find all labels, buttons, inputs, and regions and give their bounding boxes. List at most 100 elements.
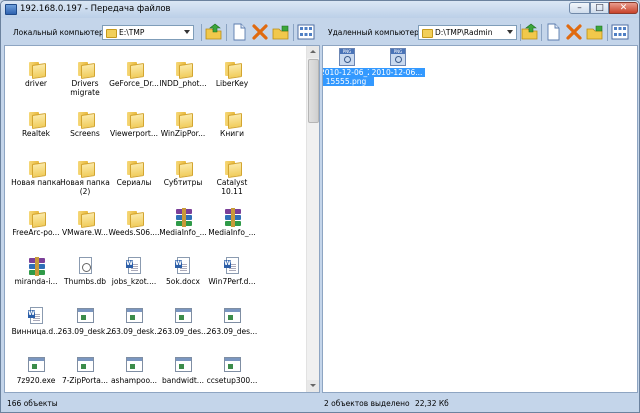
local-file-item[interactable]: W Win7Perf.d... [204,251,260,297]
local-file-item[interactable]: miranda-i... [8,251,64,297]
local-file-item-label: bandwidt... [162,376,204,385]
local-file-item[interactable]: W 5ok.docx [155,251,211,297]
remote-file-item[interactable]: 2010-12-06_2 15555.png [323,46,374,88]
folder-icon [28,158,46,178]
local-file-item-label: Сериалы [116,178,152,187]
title-bar: 192.168.0.197 - Передача файлов – □ ✕ [1,1,639,18]
local-file-pane[interactable]: driver Drivers migrate GeForce_Dr... INDD_p… [4,45,320,393]
local-file-item[interactable]: Новая папка [8,152,64,198]
local-file-item[interactable]: Realtek [8,103,64,149]
exe-icon [126,307,144,325]
folder-icon [126,59,144,79]
delete-icon[interactable] [251,23,269,41]
toolbar-divider [226,24,227,41]
local-file-item[interactable]: Субтитры [155,152,211,198]
local-file-item[interactable]: Catalyst 10.11 [204,152,260,198]
folder-icon [175,109,193,129]
scroll-up-button[interactable] [307,46,319,58]
remote-file-item[interactable]: 2010-12-06... [369,46,425,88]
local-file-item-label: Realtek [21,128,51,138]
maximize-button[interactable]: □ [590,2,609,14]
local-file-item[interactable]: bandwidt... [155,350,211,392]
arrow-down-icon [310,384,316,387]
local-file-item[interactable]: VMware.W... [57,202,113,248]
folder-icon [175,158,193,178]
local-scrollbar[interactable] [306,46,319,392]
local-file-item-label: MediaInfo_... [159,227,207,237]
word-doc-icon: W [126,257,144,275]
local-file-item[interactable]: 263.09_desk... [57,301,113,347]
local-path-combo[interactable]: E:\TMP [102,25,194,40]
local-file-item[interactable]: FreeArc-po... [8,202,64,248]
local-file-item[interactable]: MediaInfo_... [204,202,260,248]
local-file-item[interactable]: Новая папка (2) [57,152,113,198]
rename-folder-icon[interactable] [272,23,290,41]
local-file-item[interactable]: driver [8,53,64,99]
remote-computer-label: Удаленный компьютер [328,28,419,37]
local-file-item[interactable]: 263.09_desk... [106,301,162,347]
local-file-item[interactable]: ashampoo... [106,350,162,392]
local-file-item-label: Новая папка (2) [60,178,110,196]
local-file-item-label: jobs_kzot.... [111,277,157,286]
scroll-down-button[interactable] [307,380,319,392]
local-file-item[interactable]: LiberKey [204,53,260,99]
local-file-item-label: driver [24,79,48,88]
local-file-item[interactable]: Weeds.S06.... [106,202,162,248]
local-file-item-label: LiberKey [215,79,249,88]
folder-icon [28,208,46,228]
arrow-up-icon [310,50,316,53]
exe-icon [224,356,242,374]
toolbar-divider [201,24,202,41]
local-file-item[interactable]: GeForce_Dr... [106,53,162,99]
remote-file-pane[interactable]: 2010-12-06_2 15555.png2010-12-06... [322,45,638,393]
local-file-item[interactable]: Drivers migrate [57,53,113,99]
status-bar: 166 объекты 2 объектов выделено 22,32 Кб [1,394,639,412]
close-button[interactable]: ✕ [609,2,638,14]
view-mode-icon[interactable] [611,23,629,41]
local-path-text: E:\TMP [119,28,145,37]
folder-icon [77,109,95,129]
new-file-icon[interactable] [230,23,248,41]
remote-path-combo[interactable]: D:\TMP\Radmin [418,25,517,40]
remote-path-text: D:\TMP\Radmin [435,28,493,37]
local-file-item[interactable]: W Винница.d... [8,301,64,347]
folder-icon [224,158,242,178]
remote-selected-count: 2 объектов выделено [324,399,410,408]
close-icon: ✕ [619,3,628,13]
local-file-item-label: Субтитры [163,178,203,187]
local-file-item[interactable]: Сериалы [106,152,162,198]
local-file-item[interactable]: INDD_phot... [155,53,211,99]
local-file-item-label: Thumbs.db [64,277,106,286]
local-file-item[interactable]: Thumbs.db [57,251,113,297]
local-file-item[interactable]: WinZipPor... [155,103,211,149]
local-file-item[interactable]: Wjobs_kzot.... [106,251,162,297]
local-file-item[interactable]: Книги [204,103,260,149]
rename-folder-icon[interactable] [586,23,604,41]
local-file-item-label: Новая папка [11,178,61,187]
local-file-item[interactable]: 7z920.exe [8,350,64,392]
local-file-item-label: 263.09_desk... [57,326,113,336]
local-file-item-label: miranda-i... [14,277,58,286]
remote-selected-size: 22,32 Кб [415,399,449,408]
local-file-item-label: WinZipPor... [160,128,206,138]
local-file-item[interactable]: 263.09_des... [155,301,211,347]
chevron-down-icon [184,30,190,34]
local-file-item[interactable]: MediaInfo_... [155,202,211,248]
folder-icon [422,29,433,38]
new-file-icon[interactable] [544,23,562,41]
local-file-item[interactable]: ccsetup300... [204,350,260,392]
local-file-item[interactable]: Screens [57,103,113,149]
folder-up-icon[interactable] [205,23,223,41]
exe-icon [77,307,95,325]
local-file-item[interactable]: Viewerport... [106,103,162,149]
exe-icon [126,356,144,374]
local-file-item[interactable]: 7-ZipPorta... [57,350,113,392]
minimize-button[interactable]: – [569,2,590,14]
view-mode-icon[interactable] [297,23,315,41]
folder-up-icon[interactable] [521,23,539,41]
delete-icon[interactable] [565,23,583,41]
local-file-item[interactable]: 263.09_des... [204,301,260,347]
scroll-thumb[interactable] [308,59,319,123]
exe-icon [175,356,193,374]
png-icon [338,48,356,66]
